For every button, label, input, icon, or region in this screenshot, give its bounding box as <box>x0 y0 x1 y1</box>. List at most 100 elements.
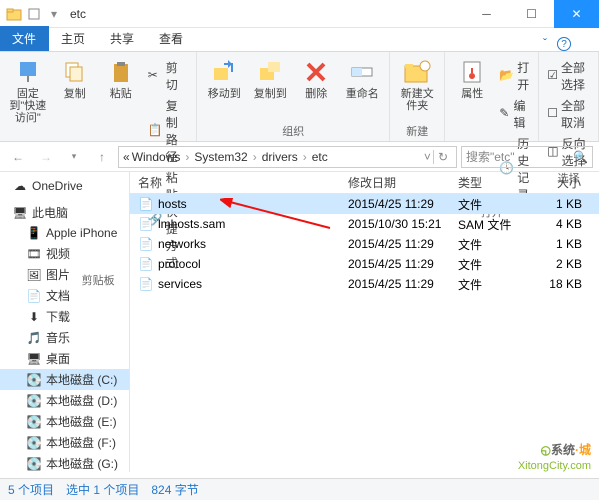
open-button[interactable]: 📂打开 <box>497 58 532 94</box>
column-headers: 名称 修改日期 类型 大小 <box>130 172 599 194</box>
table-row[interactable]: 📄lmhosts.sam2015/10/30 15:21SAM 文件4 KB <box>130 214 599 234</box>
properties-button[interactable]: 属性 <box>451 56 493 102</box>
col-type[interactable]: 类型 <box>450 174 530 191</box>
path-icon: 📋 <box>148 123 163 139</box>
watermark: ◵系统·城 XitongCity.com <box>518 437 591 472</box>
disk-icon: 💽 <box>26 414 42 430</box>
disk-icon: 💽 <box>26 435 42 451</box>
copy-button[interactable]: 复制 <box>54 56 96 102</box>
pin-icon <box>14 58 42 86</box>
close-button[interactable]: ✕ <box>554 0 599 28</box>
breadcrumb[interactable]: « Windows› System32› drivers› etc ˅ ↻ <box>118 146 457 168</box>
video-icon: 🎞 <box>26 246 42 262</box>
folder-icon <box>6 6 22 22</box>
disk-icon: 💽 <box>26 456 42 472</box>
pin-button[interactable]: 固定到"快速访问" <box>6 56 50 126</box>
status-bar: 5 个项目 选中 1 个项目 824 字节 <box>0 478 599 500</box>
newfolder-icon <box>403 58 431 86</box>
file-icon: 📄 <box>138 236 154 252</box>
sidebar-desktop[interactable]: 🖥桌面 <box>0 348 129 369</box>
cloud-icon: ☁ <box>12 178 28 194</box>
rename-icon <box>348 58 376 86</box>
selectall-button[interactable]: ☑全部选择 <box>545 58 592 94</box>
status-items: 5 个项目 <box>8 481 54 498</box>
sidebar-downloads[interactable]: ⬇下载 <box>0 306 129 327</box>
tab-view[interactable]: 查看 <box>147 26 196 51</box>
sidebar-thispc[interactable]: 🖥此电脑 <box>0 202 129 223</box>
sidebar-diskc[interactable]: 💽本地磁盘 (C:) <box>0 369 129 390</box>
ribbon-tabs: 文件 主页 共享 查看 ˇ ? <box>0 28 599 52</box>
recent-button[interactable]: ▾ <box>62 145 86 169</box>
qat-icon[interactable] <box>26 6 42 22</box>
col-date[interactable]: 修改日期 <box>340 174 450 191</box>
open-icon: 📂 <box>499 68 514 84</box>
tab-file[interactable]: 文件 <box>0 26 49 51</box>
window-title: etc <box>70 7 86 21</box>
moveto-button[interactable]: 移动到 <box>203 56 245 102</box>
file-list: 名称 修改日期 类型 大小 📄hosts2015/4/25 11:29文件1 K… <box>130 172 599 472</box>
sidebar-music[interactable]: 🎵音乐 <box>0 327 129 348</box>
file-icon: 📄 <box>138 196 154 212</box>
status-selected: 选中 1 个项目 <box>66 481 139 498</box>
table-row[interactable]: 📄networks2015/4/25 11:29文件1 KB <box>130 234 599 254</box>
delete-icon <box>302 58 330 86</box>
sidebar-videos[interactable]: 🎞视频 <box>0 243 129 264</box>
minimize-button[interactable]: ─ <box>464 0 509 28</box>
file-icon: 📄 <box>138 216 154 232</box>
search-input[interactable]: 搜索"etc" 🔍 <box>461 146 593 168</box>
breadcrumb-item[interactable]: Windows <box>132 150 181 164</box>
disk-icon: 💽 <box>26 372 42 388</box>
download-icon: ⬇ <box>26 309 42 325</box>
scissors-icon: ✂ <box>148 68 163 84</box>
newfolder-button[interactable]: 新建文件夹 <box>396 56 438 114</box>
edit-button[interactable]: ✎编辑 <box>497 96 532 132</box>
sidebar-iphone[interactable]: 📱Apple iPhone <box>0 223 129 243</box>
sidebar: ☁OneDrive 🖥此电脑 📱Apple iPhone 🎞视频 🖼图片 📄文档… <box>0 172 130 472</box>
desktop-icon: 🖥 <box>26 351 42 367</box>
status-size: 824 字节 <box>151 481 198 498</box>
sidebar-diske[interactable]: 💽本地磁盘 (E:) <box>0 411 129 432</box>
breadcrumb-root-icon: « <box>123 150 130 164</box>
copy-icon <box>61 58 89 86</box>
up-button[interactable]: ↑ <box>90 145 114 169</box>
tab-home[interactable]: 主页 <box>49 26 98 51</box>
dropdown-icon[interactable]: ˅ <box>424 150 431 164</box>
col-size[interactable]: 大小 <box>530 174 590 191</box>
qat-dropdown-icon[interactable]: ▾ <box>46 6 62 22</box>
file-icon: 📄 <box>138 276 154 292</box>
paste-button[interactable]: 粘贴 <box>100 56 142 102</box>
breadcrumb-item[interactable]: System32 <box>194 150 247 164</box>
pc-icon: 🖥 <box>12 205 28 221</box>
maximize-button[interactable]: ☐ <box>509 0 554 28</box>
sidebar-pictures[interactable]: 🖼图片 <box>0 264 129 285</box>
titlebar: ▾ etc ─ ☐ ✕ <box>0 0 599 28</box>
copyto-button[interactable]: 复制到 <box>249 56 291 102</box>
col-name[interactable]: 名称 <box>130 174 340 191</box>
sidebar-diskg[interactable]: 💽本地磁盘 (G:) <box>0 453 129 472</box>
ribbon-collapse-button[interactable]: ˇ ? <box>543 36 599 52</box>
sidebar-documents[interactable]: 📄文档 <box>0 285 129 306</box>
refresh-button[interactable]: ↻ <box>433 150 452 164</box>
file-icon: 📄 <box>138 256 154 272</box>
breadcrumb-item[interactable]: drivers <box>262 150 298 164</box>
selectnone-button[interactable]: ☐全部取消 <box>545 96 592 132</box>
sidebar-diskd[interactable]: 💽本地磁盘 (D:) <box>0 390 129 411</box>
selectnone-icon: ☐ <box>547 106 558 122</box>
table-row[interactable]: 📄services2015/4/25 11:29文件18 KB <box>130 274 599 294</box>
paste-icon <box>107 58 135 86</box>
breadcrumb-item[interactable]: etc <box>312 150 328 164</box>
table-row[interactable]: 📄hosts2015/4/25 11:29文件1 KB <box>130 194 599 214</box>
delete-button[interactable]: 删除 <box>295 56 337 102</box>
properties-icon <box>458 58 486 86</box>
table-row[interactable]: 📄protocol2015/4/25 11:29文件2 KB <box>130 254 599 274</box>
sidebar-onedrive[interactable]: ☁OneDrive <box>0 176 129 196</box>
doc-icon: 📄 <box>26 288 42 304</box>
cut-button[interactable]: ✂剪切 <box>146 58 191 94</box>
tab-share[interactable]: 共享 <box>98 26 147 51</box>
phone-icon: 📱 <box>26 225 42 241</box>
moveto-icon <box>210 58 238 86</box>
back-button[interactable]: ← <box>6 145 30 169</box>
forward-button[interactable]: → <box>34 145 58 169</box>
rename-button[interactable]: 重命名 <box>341 56 383 102</box>
sidebar-diskf[interactable]: 💽本地磁盘 (F:) <box>0 432 129 453</box>
